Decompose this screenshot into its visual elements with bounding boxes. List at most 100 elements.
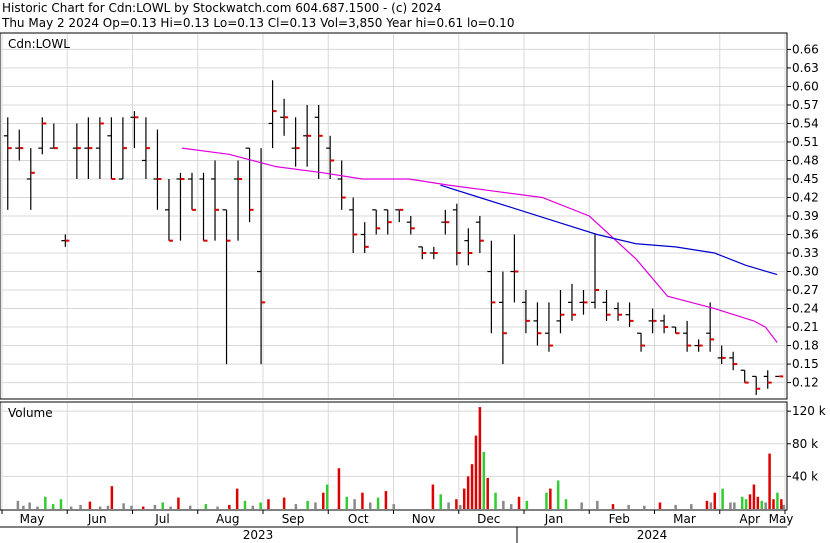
price-tick-label: 0.27 <box>792 283 819 297</box>
volume-tick-label: 80 k <box>792 437 818 451</box>
stock-chart: Historic Chart for Cdn:LOWL by Stockwatc… <box>0 0 830 543</box>
price-panel-title: Cdn:LOWL <box>8 37 70 51</box>
volume-bar <box>188 505 192 509</box>
price-tick-label: 0.48 <box>792 153 819 167</box>
volume-bar <box>782 504 785 509</box>
volume-bar <box>177 497 180 509</box>
volume-bar <box>153 504 157 509</box>
chart-header-line1: Historic Chart for Cdn:LOWL by Stockwatc… <box>2 1 441 15</box>
volume-bar <box>674 504 677 509</box>
price-tick-label: 0.30 <box>792 265 819 279</box>
volume-bar <box>259 502 262 509</box>
volume-bar <box>431 484 435 509</box>
volume-bar <box>345 496 349 509</box>
volume-bar <box>764 502 767 509</box>
volume-bar <box>384 491 388 509</box>
volume-tick-label: 40 k <box>792 469 818 483</box>
month-label: Sep <box>282 512 305 526</box>
volume-bar <box>462 488 466 509</box>
volume-bar <box>369 502 372 509</box>
volume-bar <box>545 492 548 509</box>
chart-page: Historic Chart for Cdn:LOWL by Stockwatc… <box>0 0 830 543</box>
volume-bar <box>106 505 110 509</box>
volume-bar <box>482 451 486 509</box>
volume-bar <box>69 506 73 509</box>
volume-bar <box>733 502 736 509</box>
price-tick-label: 0.18 <box>792 339 819 353</box>
volume-bar <box>474 435 478 509</box>
volume-bar <box>161 502 165 509</box>
month-label: Nov <box>412 512 435 526</box>
volume-bar <box>294 504 298 509</box>
volume-bar <box>98 506 102 509</box>
volume-bar <box>611 504 615 509</box>
volume-bar <box>314 502 317 509</box>
month-label: Jun <box>87 512 107 526</box>
volume-bar <box>79 504 82 509</box>
volume-bar <box>470 464 474 509</box>
month-label: Dec <box>477 512 500 526</box>
volume-bar <box>228 504 231 509</box>
volume-bar <box>564 499 568 509</box>
volume-bar <box>756 496 760 509</box>
volume-bar <box>306 500 309 509</box>
price-tick-label: 0.51 <box>792 135 819 149</box>
volume-bar <box>772 499 775 509</box>
volume-bar <box>361 492 364 509</box>
volume-bar <box>337 468 341 509</box>
volume-bar <box>392 504 395 509</box>
price-tick-label: 0.39 <box>792 209 819 223</box>
month-label: Feb <box>609 512 630 526</box>
volume-bar <box>549 488 552 509</box>
volume-bar <box>517 496 521 509</box>
volume-bar <box>88 501 92 509</box>
volume-bar <box>44 496 47 509</box>
volume-bar <box>322 492 325 509</box>
volume-bar <box>130 505 133 509</box>
volume-bar <box>705 500 709 509</box>
price-tick-label: 0.66 <box>792 42 819 56</box>
month-label: Jul <box>154 512 169 526</box>
volume-bar <box>122 503 125 509</box>
volume-bar <box>627 504 630 509</box>
price-tick-label: 0.63 <box>792 61 819 75</box>
volume-bar <box>376 497 380 509</box>
volume-bar <box>36 506 39 509</box>
volume-bar <box>169 506 172 509</box>
price-tick-label: 0.42 <box>792 190 819 204</box>
volume-bar <box>204 504 208 509</box>
volume-bar <box>776 492 779 509</box>
month-label: Mar <box>673 512 696 526</box>
month-label: May <box>20 512 45 526</box>
volume-bar <box>556 480 560 509</box>
volume-bar <box>721 488 724 509</box>
volume-bar <box>486 478 489 509</box>
price-tick-label: 0.60 <box>792 79 819 93</box>
volume-bar <box>596 500 599 509</box>
volume-bar <box>251 505 255 509</box>
volume-bar <box>478 407 482 509</box>
volume-bar <box>243 500 247 509</box>
volume-bar <box>216 506 219 509</box>
price-tick-label: 0.15 <box>792 357 819 371</box>
volume-bar <box>267 499 270 509</box>
volume-bar <box>459 504 462 509</box>
volume-bar <box>353 499 356 509</box>
volume-bar <box>502 500 505 509</box>
month-label: Apr <box>739 512 760 526</box>
volume-panel-title: Volume <box>8 406 53 420</box>
volume-bar <box>709 502 713 509</box>
price-tick-label: 0.57 <box>792 98 819 112</box>
volume-bar <box>282 497 286 509</box>
volume-bar <box>235 488 239 509</box>
volume-bar <box>768 453 771 509</box>
price-tick-label: 0.12 <box>792 376 819 390</box>
volume-bar <box>455 499 458 509</box>
volume-bar <box>22 505 25 509</box>
volume-bar <box>780 499 783 509</box>
volume-bar <box>752 484 756 509</box>
volume-bar <box>494 492 497 509</box>
volume-bar <box>658 502 662 509</box>
volume-bar <box>713 492 717 509</box>
volume-bar <box>760 500 764 509</box>
